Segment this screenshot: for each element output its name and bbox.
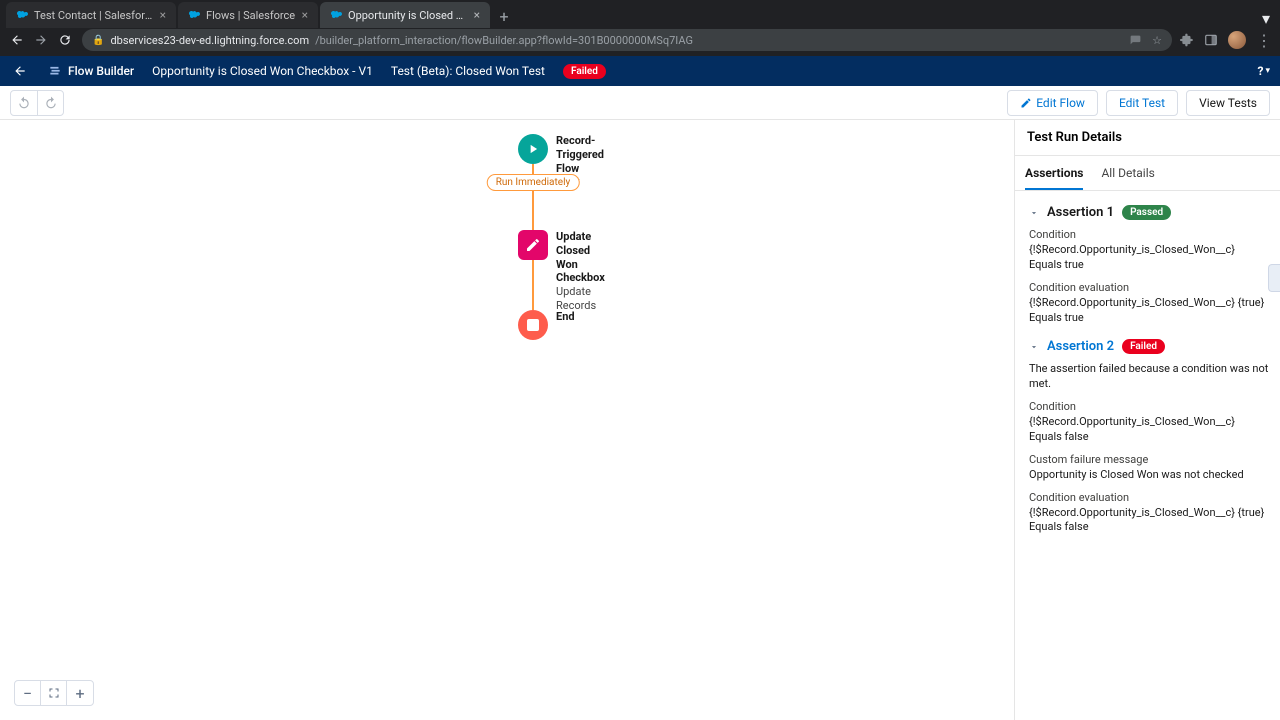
- test-name: Test (Beta): Closed Won Test: [391, 64, 545, 78]
- detail-label: Condition evaluation: [1029, 281, 1270, 294]
- browser-tab[interactable]: Flows | Salesforce ×: [178, 2, 318, 28]
- status-badge: Failed: [563, 64, 606, 79]
- tab-title: Test Contact | Salesforce: [34, 9, 154, 22]
- assertion-intro: The assertion failed because a condition…: [1029, 362, 1270, 392]
- flow-canvas[interactable]: Record-Triggered Flow Start Run Immediat…: [0, 120, 1014, 720]
- tab-title: Flows | Salesforce: [206, 9, 296, 22]
- test-run-details-panel: Test Run Details Assertions All Details …: [1014, 120, 1280, 720]
- zoom-out-button[interactable]: −: [15, 681, 41, 705]
- assertion-block: Assertion 2 Failed The assertion failed be…: [1029, 339, 1270, 535]
- nav-buttons: [8, 31, 74, 49]
- flow-builder-label: Flow Builder: [48, 64, 134, 78]
- url-path: /builder_platform_interaction/flowBuilde…: [315, 34, 693, 47]
- edit-flow-button[interactable]: Edit Flow: [1007, 90, 1098, 116]
- detail-value: {!$Record.Opportunity_is_Closed_Won__c} …: [1029, 243, 1270, 273]
- assertion-header[interactable]: Assertion 2 Failed: [1029, 339, 1270, 354]
- app-header: Flow Builder Opportunity is Closed Won C…: [0, 56, 1280, 86]
- assertion-status-badge: Failed: [1122, 339, 1165, 354]
- tab-all-details[interactable]: All Details: [1101, 156, 1154, 190]
- tabs-overflow-icon[interactable]: ▾: [1262, 9, 1280, 28]
- detail-label: Condition: [1029, 228, 1270, 241]
- zoom-fit-button[interactable]: [41, 681, 67, 705]
- chrome-actions: ⋮: [1180, 31, 1272, 50]
- address-bar[interactable]: 🔒 dbservices23-dev-ed.lightning.force.co…: [82, 29, 1172, 51]
- update-records-icon: [518, 230, 548, 260]
- back-button[interactable]: [10, 61, 30, 81]
- detail-label: Condition: [1029, 400, 1270, 413]
- detail-value: Opportunity is Closed Won was not checke…: [1029, 468, 1270, 483]
- main-area: Record-Triggered Flow Start Run Immediat…: [0, 120, 1280, 720]
- detail-label: Condition evaluation: [1029, 491, 1270, 504]
- extensions-icon[interactable]: [1180, 33, 1194, 47]
- salesforce-favicon: [330, 9, 342, 21]
- salesforce-favicon: [188, 9, 200, 21]
- flow-name: Opportunity is Closed Won Checkbox - V1: [152, 64, 373, 78]
- end-label: End: [556, 310, 575, 324]
- help-menu[interactable]: ?▾: [1257, 64, 1270, 78]
- profile-avatar[interactable]: [1228, 31, 1246, 49]
- forward-icon[interactable]: [32, 31, 50, 49]
- connector-line: [532, 260, 534, 310]
- detail-value: {!$Record.Opportunity_is_Closed_Won__c} …: [1029, 506, 1270, 536]
- assertion-header[interactable]: Assertion 1 Passed: [1029, 205, 1270, 220]
- detail-value: {!$Record.Opportunity_is_Closed_Won__c} …: [1029, 296, 1270, 326]
- browser-tab[interactable]: Test Contact | Salesforce ×: [6, 2, 176, 28]
- undo-button[interactable]: [11, 91, 37, 115]
- chevron-down-icon: [1029, 342, 1039, 352]
- chrome-menu-icon[interactable]: ⋮: [1256, 31, 1272, 50]
- run-immediately-pill[interactable]: Run Immediately: [487, 174, 580, 191]
- close-icon[interactable]: ×: [302, 8, 308, 22]
- panel-title: Test Run Details: [1015, 120, 1280, 156]
- view-tests-label: View Tests: [1199, 96, 1257, 110]
- edit-test-label: Edit Test: [1119, 96, 1165, 110]
- close-icon[interactable]: ×: [474, 8, 480, 22]
- browser-toolbar: 🔒 dbservices23-dev-ed.lightning.force.co…: [0, 28, 1280, 56]
- details-tabs: Assertions All Details: [1015, 156, 1280, 191]
- lock-icon: 🔒: [92, 35, 104, 46]
- panel-collapse-handle[interactable]: [1268, 264, 1280, 292]
- install-app-icon[interactable]: [1129, 34, 1142, 47]
- view-tests-button[interactable]: View Tests: [1186, 90, 1270, 116]
- assertion-title: Assertion 1: [1047, 205, 1114, 220]
- browser-chrome: Test Contact | Salesforce × Flows | Sale…: [0, 0, 1280, 56]
- zoom-in-button[interactable]: +: [67, 681, 93, 705]
- detail-value: {!$Record.Opportunity_is_Closed_Won__c} …: [1029, 415, 1270, 445]
- tab-title: Opportunity is Closed Won Ch: [348, 9, 468, 22]
- url-host: dbservices23-dev-ed.lightning.force.com: [110, 34, 309, 47]
- start-icon: [518, 134, 548, 164]
- browser-tabbar: Test Contact | Salesforce × Flows | Sale…: [0, 0, 1280, 28]
- tab-assertions[interactable]: Assertions: [1025, 156, 1083, 190]
- update-title: Update Closed Won Checkbox: [556, 230, 605, 285]
- browser-tab[interactable]: Opportunity is Closed Won Ch ×: [320, 2, 490, 28]
- flow-node-end[interactable]: End: [518, 310, 575, 340]
- redo-button[interactable]: [37, 91, 63, 115]
- reload-icon[interactable]: [56, 31, 74, 49]
- assertion-title[interactable]: Assertion 2: [1047, 339, 1114, 354]
- back-icon[interactable]: [8, 31, 26, 49]
- action-bar: Edit Flow Edit Test View Tests: [0, 86, 1280, 120]
- undo-redo-group: [10, 90, 64, 116]
- edit-test-button[interactable]: Edit Test: [1106, 90, 1178, 116]
- panel-icon[interactable]: [1204, 33, 1218, 47]
- bookmark-icon[interactable]: ☆: [1152, 34, 1162, 47]
- end-icon: [518, 310, 548, 340]
- detail-label: Custom failure message: [1029, 453, 1270, 466]
- update-subtitle: Update Records: [556, 285, 605, 313]
- chevron-down-icon: [1029, 208, 1039, 218]
- assertion-block: Assertion 1 Passed Condition {!$Record.Oppo…: [1029, 205, 1270, 325]
- flow-builder-icon: [48, 64, 62, 78]
- edit-flow-label: Edit Flow: [1036, 96, 1085, 110]
- salesforce-favicon: [16, 9, 28, 21]
- zoom-controls: − +: [14, 680, 94, 706]
- new-tab-button[interactable]: +: [492, 4, 516, 28]
- assertion-status-badge: Passed: [1122, 205, 1171, 220]
- app-name: Flow Builder: [68, 64, 134, 78]
- close-icon[interactable]: ×: [160, 8, 166, 22]
- start-title: Record-Triggered Flow: [556, 134, 604, 175]
